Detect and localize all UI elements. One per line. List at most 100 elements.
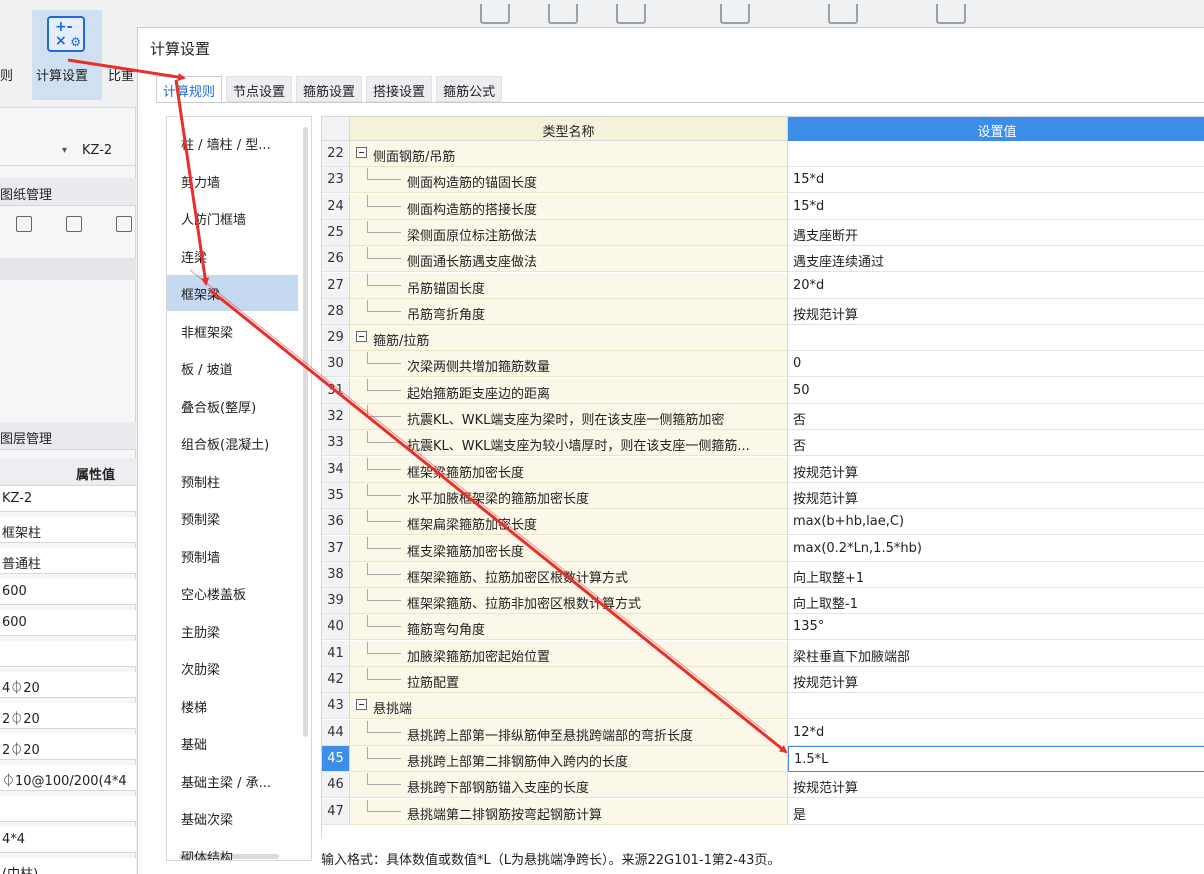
setting-value[interactable]: 向上取整-1	[788, 588, 1204, 615]
setting-row[interactable]: 39 框架梁箍筋、拉筋非加密区根数计算方式 向上取整-1	[322, 588, 1204, 615]
collapse-icon[interactable]	[356, 699, 367, 711]
category-scrollbar[interactable]	[303, 127, 308, 737]
category-item[interactable]: 预制墙	[167, 538, 298, 574]
category-item[interactable]: 次肋梁	[167, 650, 298, 686]
category-item[interactable]: 组合板(混凝土)	[167, 425, 298, 461]
category-item[interactable]: 基础主梁 / 承...	[167, 763, 298, 799]
property-value[interactable]: KZ-2	[0, 486, 136, 512]
setting-row[interactable]: 38 框架梁箍筋、拉筋加密区根数计算方式 向上取整+1	[322, 561, 1204, 588]
setting-row[interactable]: 47 悬挑端第二排钢筋按弯起钢筋计算 是	[322, 798, 1204, 825]
setting-value[interactable]: 向上取整+1	[788, 561, 1204, 588]
group-row[interactable]: 29 箍筋/拉筋	[322, 325, 1204, 352]
setting-row[interactable]: 24 侧面构造筋的搭接长度 15*d	[322, 193, 1204, 220]
property-value[interactable]: (中柱)	[0, 858, 136, 874]
setting-row[interactable]: 27 吊筋锚固长度 20*d	[322, 272, 1204, 299]
setting-value[interactable]: 135°	[788, 614, 1204, 641]
copy-icon[interactable]	[66, 216, 82, 232]
setting-value[interactable]: 梁柱垂直下加腋端部	[788, 640, 1204, 667]
setting-value[interactable]: 15*d	[788, 193, 1204, 220]
setting-value[interactable]: 20*d	[788, 272, 1204, 299]
category-item[interactable]: 基础	[167, 725, 298, 761]
setting-row[interactable]: 28 吊筋弯折角度 按规范计算	[322, 298, 1204, 325]
category-item[interactable]: 主肋梁	[167, 613, 298, 649]
property-value[interactable]: 框架柱	[0, 517, 136, 543]
group-row[interactable]: 43 悬挑端	[322, 693, 1204, 720]
category-item[interactable]: 剪力墙	[167, 163, 298, 199]
property-value[interactable]: 4*4	[0, 827, 136, 853]
setting-value[interactable]: 0	[788, 351, 1204, 378]
setting-value[interactable]: 是	[788, 798, 1204, 825]
setting-value[interactable]: 15*d	[788, 167, 1204, 194]
property-value[interactable]: 2⏀20	[0, 703, 136, 729]
setting-value-input[interactable]: 1.5*L	[788, 745, 1204, 772]
setting-value[interactable]: 否	[788, 404, 1204, 430]
category-item[interactable]: 楼梯	[167, 688, 298, 724]
setting-row[interactable]: 36 框架扁梁箍筋加密长度 max(b+hb,lae,C)	[322, 509, 1204, 536]
property-value[interactable]: 4⏀20	[0, 672, 136, 698]
category-item[interactable]: 砌体结构	[167, 838, 298, 861]
setting-row[interactable]: 35 水平加腋框架梁的箍筋加密长度 按规范计算	[322, 482, 1204, 509]
property-value[interactable]: ⏀10@100/200(4*4	[0, 765, 136, 791]
collapse-icon[interactable]	[356, 331, 367, 343]
setting-row[interactable]: 23 侧面构造筋的锚固长度 15*d	[322, 167, 1204, 194]
category-item[interactable]: 人防门框墙	[167, 200, 298, 236]
setting-value[interactable]: 按规范计算	[788, 482, 1204, 509]
component-dropdown[interactable]: ▾ KZ-2	[0, 138, 136, 166]
setting-value[interactable]: max(b+hb,lae,C)	[788, 509, 1204, 536]
setting-row[interactable]: 44 悬挑跨上部第一排纵筋伸至悬挑跨端部的弯折长度 12*d	[322, 719, 1204, 746]
setting-row[interactable]: 45 悬挑跨上部第二排钢筋伸入跨内的长度 1.5*L	[322, 745, 1204, 772]
property-value[interactable]	[0, 641, 136, 667]
property-value[interactable]	[0, 796, 136, 822]
setting-value[interactable]: 遇支座连续通过	[788, 246, 1204, 273]
delete-icon[interactable]	[16, 216, 32, 232]
save-icon[interactable]	[116, 216, 132, 232]
setting-row[interactable]: 25 梁侧面原位标注筋做法 遇支座断开	[322, 219, 1204, 246]
ribbon-tool-icon[interactable]	[720, 4, 750, 24]
property-value[interactable]: 600	[0, 610, 136, 636]
property-value[interactable]: 普通柱	[0, 548, 136, 574]
setting-row[interactable]: 40 箍筋弯勾角度 135°	[322, 614, 1204, 641]
setting-row[interactable]: 34 框架梁箍筋加密长度 按规范计算	[322, 456, 1204, 483]
category-item[interactable]: 框架梁	[167, 275, 298, 311]
tab-4[interactable]: 箍筋公式	[436, 76, 503, 102]
ribbon-tool-icon[interactable]	[936, 4, 966, 24]
tab-2[interactable]: 箍筋设置	[296, 76, 363, 102]
setting-row[interactable]: 30 次梁两侧共增加箍筋数量 0	[322, 351, 1204, 378]
setting-value[interactable]: 12*d	[788, 719, 1204, 746]
setting-value[interactable]: 按规范计算	[788, 667, 1204, 693]
ribbon-tool-icon[interactable]	[616, 4, 646, 24]
setting-row[interactable]: 32 抗震KL、WKL端支座为梁时，则在该支座一侧箍筋加密 否	[322, 404, 1204, 430]
setting-value[interactable]: 按规范计算	[788, 772, 1204, 799]
collapse-icon[interactable]	[356, 147, 367, 158]
group-row[interactable]: 22 侧面钢筋/吊筋	[322, 141, 1204, 167]
category-item[interactable]: 柱 / 墙柱 / 型...	[167, 125, 298, 161]
ribbon-tool-icon[interactable]	[548, 4, 578, 24]
setting-value[interactable]: 遇支座断开	[788, 219, 1204, 246]
property-value[interactable]: 2⏀20	[0, 734, 136, 760]
category-item[interactable]: 预制梁	[167, 500, 298, 536]
setting-row[interactable]: 41 加腋梁箍筋加密起始位置 梁柱垂直下加腋端部	[322, 640, 1204, 667]
setting-value[interactable]: 50	[788, 377, 1204, 404]
setting-row[interactable]: 26 侧面通长筋遇支座做法 遇支座连续通过	[322, 246, 1204, 273]
category-item[interactable]: 非框架梁	[167, 313, 298, 349]
setting-row[interactable]: 33 抗震KL、WKL端支座为较小墙厚时，则在该支座一侧箍筋... 否	[322, 430, 1204, 457]
category-item[interactable]: 板 / 坡道	[167, 350, 298, 386]
setting-row[interactable]: 37 框支梁箍筋加密长度 max(0.2*Ln,1.5*hb)	[322, 535, 1204, 562]
category-item[interactable]: 连梁	[167, 238, 298, 274]
ribbon-tool-icon[interactable]	[828, 4, 858, 24]
category-item[interactable]: 基础次梁	[167, 800, 298, 836]
tab-0[interactable]: 计算规则	[156, 76, 223, 102]
setting-row[interactable]: 31 起始箍筋距支座边的距离 50	[322, 377, 1204, 404]
setting-row[interactable]: 46 悬挑跨下部钢筋锚入支座的长度 按规范计算	[322, 772, 1204, 799]
category-item[interactable]: 预制柱	[167, 463, 298, 499]
property-value[interactable]: 600	[0, 579, 136, 605]
tab-3[interactable]: 搭接设置	[366, 76, 433, 102]
ribbon-tool-icon[interactable]	[480, 4, 510, 24]
setting-value[interactable]: 按规范计算	[788, 298, 1204, 325]
tab-1[interactable]: 节点设置	[226, 76, 293, 102]
setting-value[interactable]: max(0.2*Ln,1.5*hb)	[788, 535, 1204, 562]
setting-row[interactable]: 42 拉筋配置 按规范计算	[322, 667, 1204, 693]
category-item[interactable]: 叠合板(整厚)	[167, 388, 298, 424]
setting-value[interactable]: 否	[788, 430, 1204, 457]
setting-value[interactable]: 按规范计算	[788, 456, 1204, 483]
